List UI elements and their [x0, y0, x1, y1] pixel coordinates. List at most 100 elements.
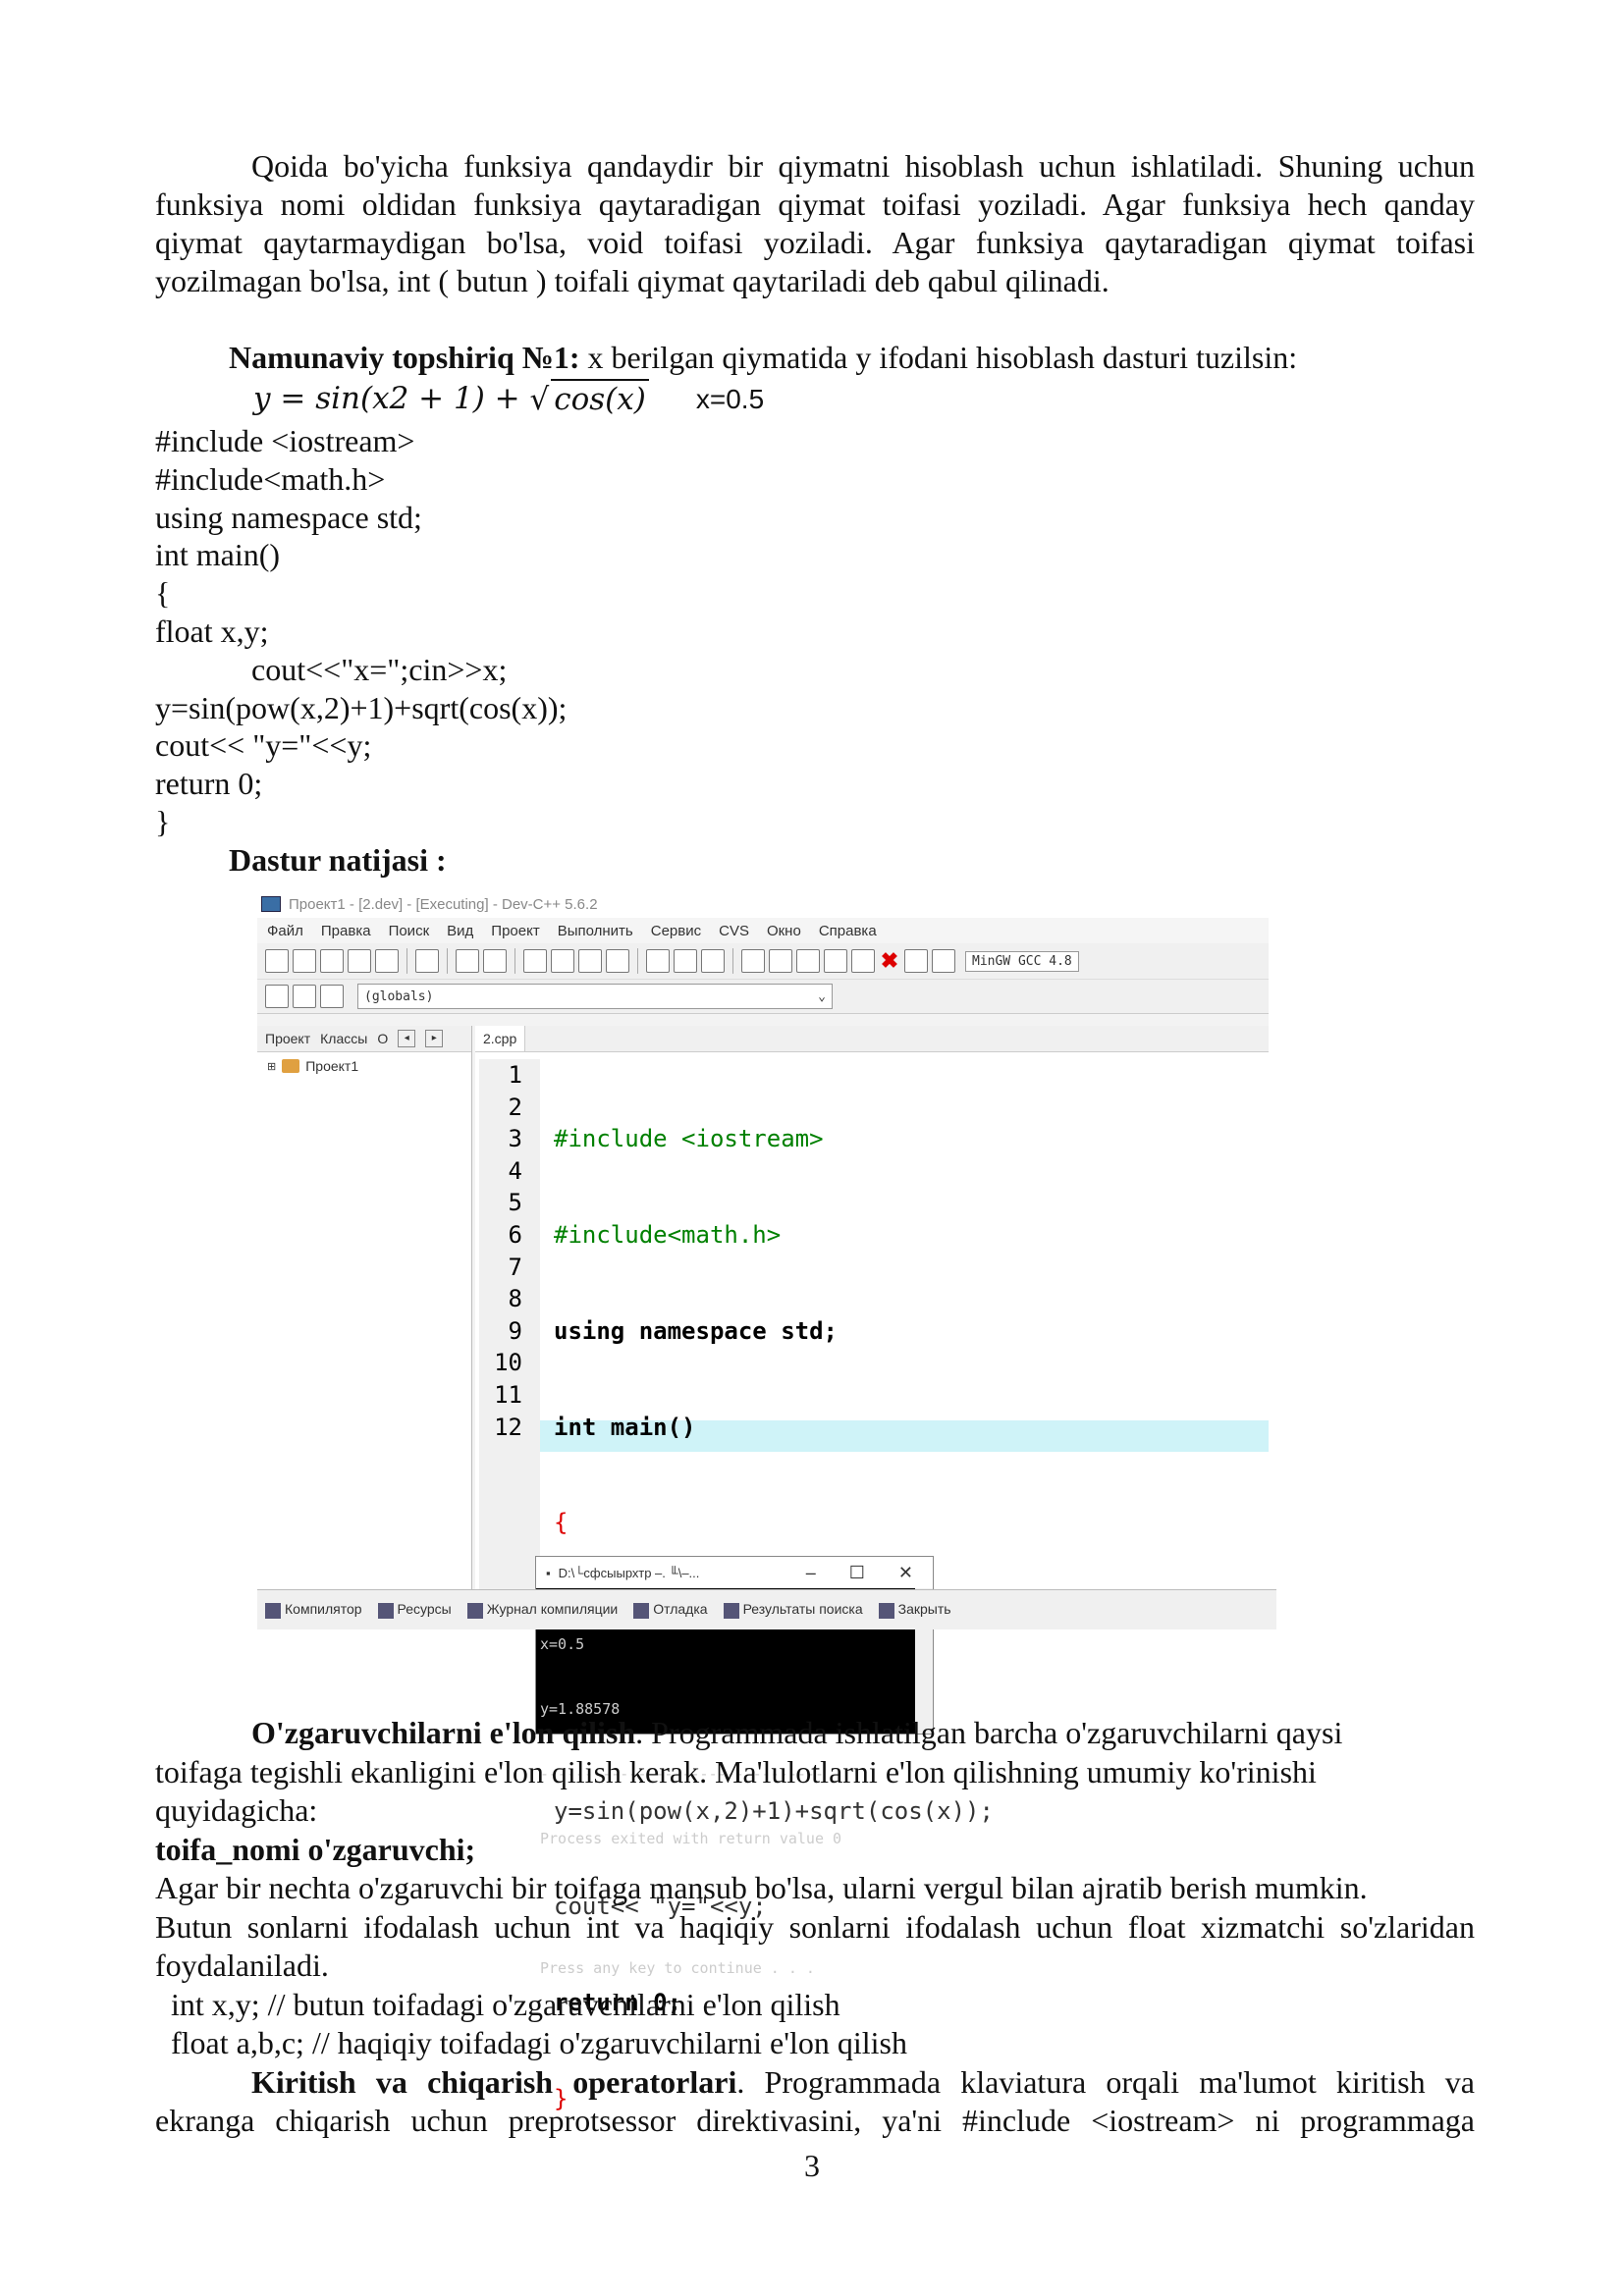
tab-compile-log[interactable]: Журнал компиляции [466, 1601, 618, 1619]
project-add-icon[interactable] [293, 985, 316, 1008]
declare-heading: O'zgaruvchilarni e'lon qilish [251, 1715, 636, 1750]
menu-cvs[interactable]: CVS [719, 923, 749, 939]
tab-project[interactable]: Проект [265, 1031, 310, 1046]
project-new-icon[interactable] [265, 985, 289, 1008]
open-file-icon[interactable] [293, 949, 316, 973]
tab-classes[interactable]: Классы [320, 1031, 367, 1046]
minimize-icon[interactable]: – [806, 1563, 816, 1583]
intro-line-1: Qoida bo'yicha funksiya qandaydir bir qi… [251, 148, 1475, 184]
line-number: 9 [508, 1316, 522, 1345]
compile-run-icon[interactable] [796, 949, 820, 973]
close-file-icon[interactable] [375, 949, 399, 973]
check-icon[interactable] [851, 949, 875, 973]
rebuild-icon[interactable] [824, 949, 847, 973]
code-line: float x,y; [155, 613, 269, 649]
tab-debug[interactable]: Отладка [633, 1601, 708, 1619]
menu-file[interactable]: Файл [267, 923, 303, 939]
tab-compiler[interactable]: Компилятор [265, 1601, 362, 1619]
task-title: Namunaviy topshiriq №1: [229, 340, 580, 375]
shield-icon[interactable] [701, 949, 725, 973]
code-line: } [155, 803, 171, 839]
tab-compiler-label: Компилятор [285, 1601, 362, 1618]
code-line: return 0; [155, 766, 263, 802]
expand-icon[interactable]: ⊞ [267, 1060, 276, 1073]
tab-scroll-left-icon[interactable]: ◂ [398, 1030, 416, 1047]
close-icon [878, 1602, 894, 1619]
maximize-icon[interactable]: ☐ [849, 1563, 865, 1583]
lower-text: O'zgaruvchilarni e'lon qilish. Programma… [155, 1714, 1475, 2141]
menu-view[interactable]: Вид [447, 923, 473, 939]
menu-edit[interactable]: Правка [321, 923, 371, 939]
undo-icon[interactable] [456, 949, 479, 973]
page-number: 3 [804, 2148, 820, 2183]
line-number: 1 [508, 1061, 522, 1089]
task-text: x berilgan qiymatida y ifodani hisoblash… [579, 340, 1298, 375]
tab-scroll-right-icon[interactable]: ▸ [425, 1030, 444, 1047]
line-number: 5 [508, 1189, 522, 1217]
example-int: int x,y; // butun toifadagi o'zgaruvchil… [155, 1986, 840, 2022]
console-titlebar: ▪ D:\└сфсыырхтр –. ╙\–... – ☐ ✕ [536, 1557, 933, 1588]
ide-toolbar: ✖ MinGW GCC 4.8 [257, 943, 1269, 980]
io-heading: Kiritish va chiqarish operatorlari [251, 2063, 737, 2100]
menu-search[interactable]: Поиск [389, 923, 430, 939]
menu-window[interactable]: Окно [767, 923, 801, 939]
tab-find-results[interactable]: Результаты поиска [723, 1601, 863, 1619]
debug-icon[interactable] [932, 949, 955, 973]
print-icon[interactable] [415, 949, 439, 973]
code-editor[interactable]: 2.cpp 1 2 3 4 5 6 7 8 9 10 11 12 #includ… [475, 1026, 1269, 2112]
goto-icon[interactable] [646, 949, 670, 973]
tab-find-results-label: Результаты поиска [742, 1601, 863, 1618]
compiler-select[interactable]: MinGW GCC 4.8 [965, 950, 1079, 972]
replace-icon[interactable] [551, 949, 574, 973]
editor-code-line: int main() [554, 1413, 696, 1441]
menu-execute[interactable]: Выполнить [558, 923, 633, 939]
tab-close[interactable]: Закрыть [878, 1601, 951, 1619]
line-number: 7 [508, 1253, 522, 1281]
x-value: x=0.5 [695, 383, 765, 414]
line-number: 6 [508, 1220, 522, 1249]
save-all-icon[interactable] [348, 949, 371, 973]
unindent-icon[interactable] [606, 949, 629, 973]
chart-icon[interactable] [904, 949, 928, 973]
close-icon[interactable]: ✕ [898, 1563, 913, 1583]
project-folder-icon [282, 1059, 300, 1073]
toolbar-separator [406, 948, 407, 974]
console-window[interactable]: ▪ D:\└сфсыырхтр –. ╙\–... – ☐ ✕ x=0.5 y=… [535, 1556, 934, 1977]
result-title: Dastur natijasi : [229, 841, 447, 878]
stop-icon[interactable]: ✖ [879, 950, 900, 972]
line-number: 3 [508, 1125, 522, 1153]
tab-other[interactable]: О [377, 1031, 388, 1046]
new-file-icon[interactable] [265, 949, 289, 973]
menu-project[interactable]: Проект [491, 923, 539, 939]
ide-main-area: Проект Классы О ◂ ▸ ⊞ Проект1 2.cpp 1 2 … [257, 1026, 1269, 2112]
save-icon[interactable] [320, 949, 344, 973]
globals-select[interactable]: (globals) ⌄ [357, 984, 833, 1009]
menu-help[interactable]: Справка [819, 923, 877, 939]
ide-menubar: Файл Правка Поиск Вид Проект Выполнить С… [257, 918, 1269, 943]
line-number: 4 [508, 1156, 522, 1185]
find-icon [723, 1602, 739, 1619]
code-line: cout<< "y="<<y; [155, 727, 372, 764]
example-float: float a,b,c; // haqiqiy toifadagi o'zgar… [155, 2025, 907, 2060]
editor-code-line: #include <iostream> [554, 1125, 824, 1153]
menu-tools[interactable]: Сервис [651, 923, 701, 939]
project-remove-icon[interactable] [320, 985, 344, 1008]
toolbar-separator [732, 948, 733, 974]
redo-icon[interactable] [483, 949, 507, 973]
compile-icon[interactable] [741, 949, 765, 973]
tab-resources[interactable]: Ресурсы [377, 1601, 452, 1619]
code-line: #include<math.h> [155, 460, 386, 497]
declare-line-3: quyidagicha: [155, 1792, 318, 1828]
ide-bottom-tabs: Компилятор Ресурсы Журнал компиляции Отл… [257, 1589, 1276, 1629]
run-icon[interactable] [769, 949, 792, 973]
find-icon[interactable] [523, 949, 547, 973]
bookmark-icon[interactable] [674, 949, 697, 973]
io-line-1: Kiritish va chiqarish operatorlari. Prog… [155, 2063, 1475, 2103]
code-line: y=sin(pow(x,2)+1)+sqrt(cos(x)); [155, 689, 568, 725]
line-number: 8 [508, 1285, 522, 1313]
io-line-2: ekranga chiqarish uchun preprotsessor di… [155, 2103, 1475, 2138]
project-name: Проект1 [305, 1058, 359, 1074]
project-tree-item[interactable]: ⊞ Проект1 [257, 1052, 471, 1080]
indent-icon[interactable] [578, 949, 602, 973]
editor-tab-2cpp[interactable]: 2.cpp [475, 1026, 526, 1051]
